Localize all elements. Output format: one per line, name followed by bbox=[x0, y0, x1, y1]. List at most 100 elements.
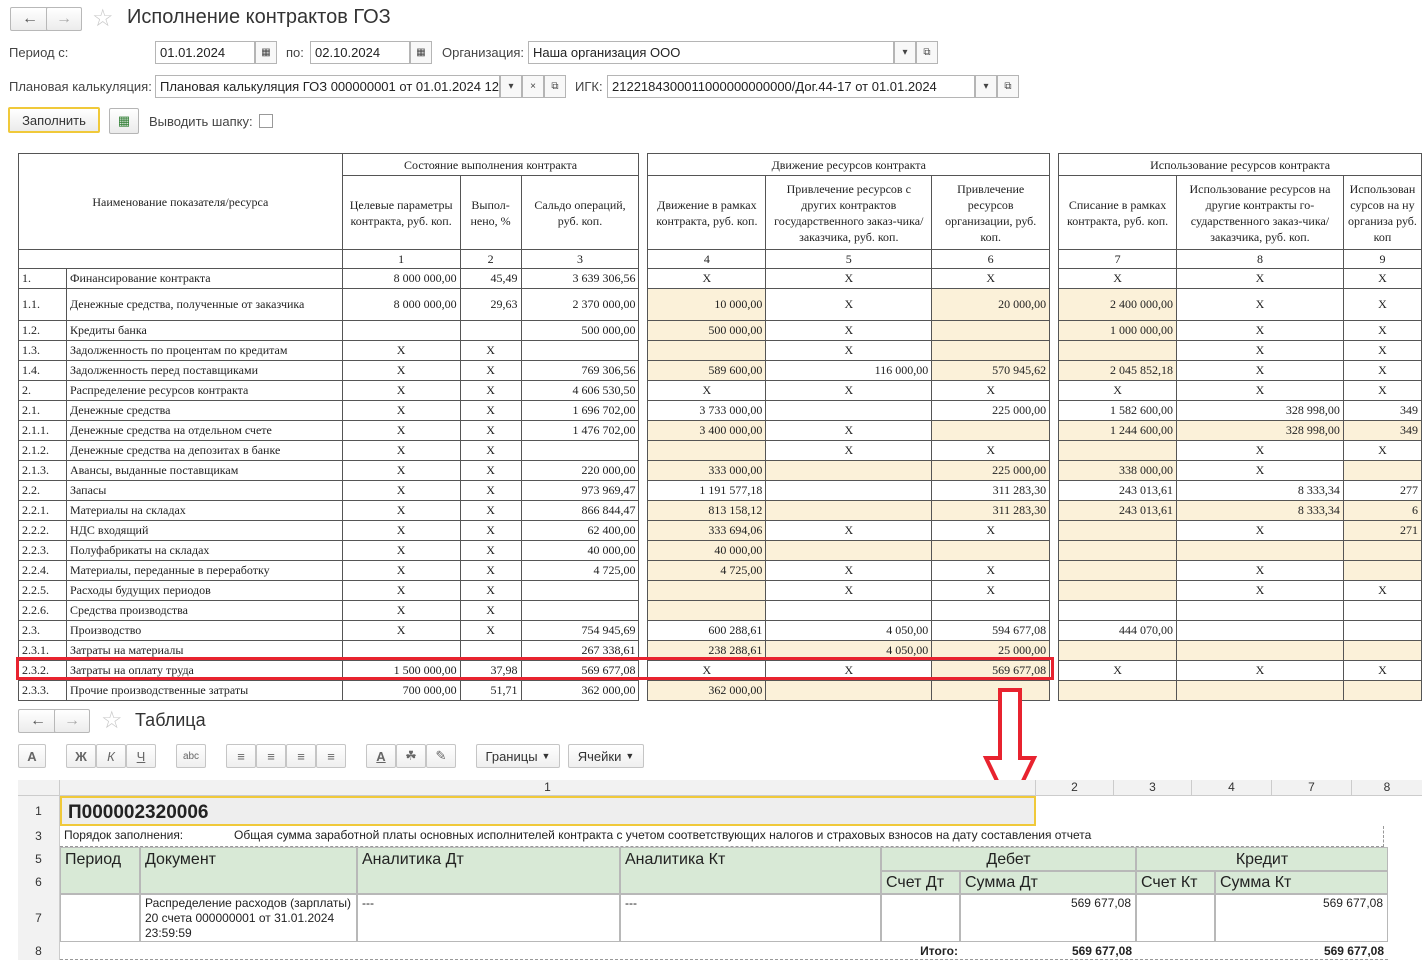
row-header[interactable]: 5 bbox=[18, 847, 60, 871]
cell-c5: X bbox=[765, 340, 933, 361]
period-to-field[interactable]: 02.10.2024 bbox=[310, 41, 410, 64]
cell-name: Распределение ресурсов контракта bbox=[65, 380, 343, 401]
cell-c6 bbox=[931, 340, 1051, 361]
calendar-to-button[interactable]: ▦ bbox=[410, 41, 432, 64]
cell-c2: X bbox=[459, 380, 522, 401]
cell-c9 bbox=[1342, 460, 1422, 481]
align-center-button[interactable]: ≡ bbox=[256, 744, 286, 768]
column-header[interactable]: 4 bbox=[1192, 780, 1272, 796]
row-sum-dt[interactable]: 569 677,08 bbox=[960, 894, 1136, 942]
report-row[interactable]: 2.2.6. Средства производства X X bbox=[18, 600, 1422, 621]
cell-c4: 600 288,61 bbox=[647, 620, 767, 641]
plan-dropdown-button[interactable]: ▾ bbox=[500, 75, 522, 98]
report-row[interactable]: 1.2. Кредиты банка 500 000,00 500 000,00 X 1 … bbox=[18, 320, 1422, 341]
plan-field[interactable]: Плановая калькуляция ГОЗ 000000001 от 01… bbox=[155, 75, 500, 98]
fill-color-button[interactable]: ☘ bbox=[396, 744, 426, 768]
report-row[interactable]: 2.1. Денежные средства X X 1 696 702,00 3 733… bbox=[18, 400, 1422, 421]
column-header[interactable]: 7 bbox=[1272, 780, 1352, 796]
fill-button[interactable]: Заполнить bbox=[8, 107, 100, 133]
report-row[interactable]: 2.1.2. Денежные средства на депозитах в б… bbox=[18, 440, 1422, 461]
back-button[interactable]: ← bbox=[10, 7, 50, 31]
column-header[interactable]: 1 bbox=[60, 780, 1036, 796]
cell-c3 bbox=[520, 340, 640, 361]
align-left-button[interactable]: ≡ bbox=[226, 744, 256, 768]
calendar-from-button[interactable]: ▦ bbox=[255, 41, 277, 64]
cell-name: Денежные средства bbox=[65, 400, 343, 421]
align-justify-icon: ≡ bbox=[327, 748, 335, 764]
org-field[interactable]: Наша организация ООО bbox=[528, 41, 894, 64]
report-row[interactable]: 1.3. Задолженность по процентам по кредит… bbox=[18, 340, 1422, 361]
row-header[interactable]: 8 bbox=[18, 942, 60, 960]
igk-field[interactable]: 2122184300011000000000000/Дог.44-17 от 0… bbox=[607, 75, 975, 98]
col8-header: Использование ресурсов на другие контрак… bbox=[1176, 175, 1344, 250]
report-row[interactable]: 1. Финансирование контракта 8 000 000,00 45… bbox=[18, 268, 1422, 289]
cells-menu-button[interactable]: Ячейки ▼ bbox=[568, 744, 644, 768]
table-forward-button[interactable]: → bbox=[54, 709, 90, 733]
column-header[interactable]: 8 bbox=[1352, 780, 1422, 796]
report-row[interactable]: 2.2.2. НДС входящий X X 62 400,00 333 694,06 X… bbox=[18, 520, 1422, 541]
cell-c7: X bbox=[1058, 660, 1178, 681]
code-cell[interactable]: П000002320006 bbox=[60, 796, 1036, 826]
forward-button[interactable]: → bbox=[46, 7, 82, 31]
align-right-button[interactable]: ≡ bbox=[286, 744, 316, 768]
column-header[interactable]: 2 bbox=[1036, 780, 1114, 796]
cell-c4: X bbox=[647, 268, 767, 289]
plan-open-button[interactable]: ⧉ bbox=[544, 75, 566, 98]
row-document[interactable]: Распределение расходов (зарплаты) 20 сче… bbox=[140, 894, 357, 942]
report-row[interactable]: 2. Распределение ресурсов контракта X X 4 60… bbox=[18, 380, 1422, 401]
plan-clear-button[interactable]: × bbox=[522, 75, 544, 98]
show-header-checkbox[interactable] bbox=[259, 114, 273, 128]
row-analytics-kt[interactable]: --- bbox=[620, 894, 881, 942]
cell-c1: X bbox=[341, 560, 461, 581]
row-analytics-dt[interactable]: --- bbox=[357, 894, 620, 942]
settings-button[interactable]: ▦ bbox=[109, 108, 139, 134]
row-header[interactable]: 6 bbox=[18, 871, 60, 894]
row-header[interactable]: 7 bbox=[18, 894, 60, 942]
table-back-button[interactable]: ← bbox=[18, 709, 58, 733]
report-row[interactable]: 2.2.5. Расходы будущих периодов X X X X X X bbox=[18, 580, 1422, 601]
report-row[interactable]: 2.2.3. Полуфабрикаты на складах X X 40 000,0… bbox=[18, 540, 1422, 561]
report-row[interactable]: 2.1.3. Авансы, выданные поставщикам X X 220 … bbox=[18, 460, 1422, 481]
row-period[interactable] bbox=[60, 894, 140, 942]
borders-menu-button[interactable]: Границы ▼ bbox=[476, 744, 560, 768]
col6-header: Привлечение ресурсов организации, руб. к… bbox=[931, 175, 1051, 250]
cell-c9: X bbox=[1342, 580, 1422, 601]
period-from-field[interactable]: 01.01.2024 bbox=[155, 41, 255, 64]
report-row[interactable]: 2.2. Запасы X X 973 969,47 1 191 577,18 311 28… bbox=[18, 480, 1422, 501]
report-row[interactable]: 1.1. Денежные средства, полученные от зак… bbox=[18, 288, 1422, 321]
cell-no: 1.4. bbox=[18, 360, 67, 381]
report-row[interactable]: 2.3.3. Прочие производственные затраты 700… bbox=[18, 680, 1422, 701]
row-account-kt[interactable] bbox=[1136, 894, 1215, 942]
underline-button[interactable]: Ч bbox=[126, 744, 156, 768]
cell-c8: X bbox=[1176, 380, 1344, 401]
org-dropdown-button[interactable]: ▾ bbox=[894, 41, 916, 64]
igk-dropdown-button[interactable]: ▾ bbox=[975, 75, 997, 98]
border-color-button[interactable]: ✎ bbox=[426, 744, 456, 768]
italic-button[interactable]: К bbox=[96, 744, 126, 768]
column-header[interactable]: 3 bbox=[1114, 780, 1192, 796]
col3-header: Сальдо операций, руб. коп. bbox=[520, 175, 640, 250]
report-row[interactable]: 2.1.1. Денежные средства на отдельном сче… bbox=[18, 420, 1422, 441]
col-number: 9 bbox=[1342, 249, 1422, 269]
report-row[interactable]: 2.2.4. Материалы, переданные в переработк… bbox=[18, 560, 1422, 581]
table-favorite-star-icon[interactable]: ☆ bbox=[101, 706, 123, 735]
igk-open-button[interactable]: ⧉ bbox=[997, 75, 1019, 98]
row-sum-kt[interactable]: 569 677,08 bbox=[1215, 894, 1388, 942]
bold-button[interactable]: Ж bbox=[66, 744, 96, 768]
row-header[interactable]: 1 bbox=[18, 796, 60, 826]
text-color-button[interactable]: A bbox=[366, 744, 396, 768]
cell-c9 bbox=[1342, 620, 1422, 641]
report-row[interactable]: 2.3. Производство X X 754 945,69 600 288,61 4 … bbox=[18, 620, 1422, 641]
font-button[interactable]: A bbox=[18, 744, 46, 768]
report-row[interactable]: 1.4. Задолженность перед поставщиками X X 76… bbox=[18, 360, 1422, 381]
cell-name: Полуфабрикаты на складах bbox=[65, 540, 343, 561]
spell-button[interactable]: аbс bbox=[176, 744, 206, 768]
favorite-star-icon[interactable]: ☆ bbox=[92, 4, 114, 33]
cell-c1: 8 000 000,00 bbox=[341, 288, 461, 321]
cell-name: НДС входящий bbox=[65, 520, 343, 541]
row-header[interactable]: 3 bbox=[18, 826, 60, 847]
org-open-button[interactable]: ⧉ bbox=[916, 41, 938, 64]
row-account-dt[interactable] bbox=[881, 894, 960, 942]
align-justify-button[interactable]: ≡ bbox=[316, 744, 346, 768]
report-row[interactable]: 2.2.1. Материалы на складах X X 866 844,47 81… bbox=[18, 500, 1422, 521]
